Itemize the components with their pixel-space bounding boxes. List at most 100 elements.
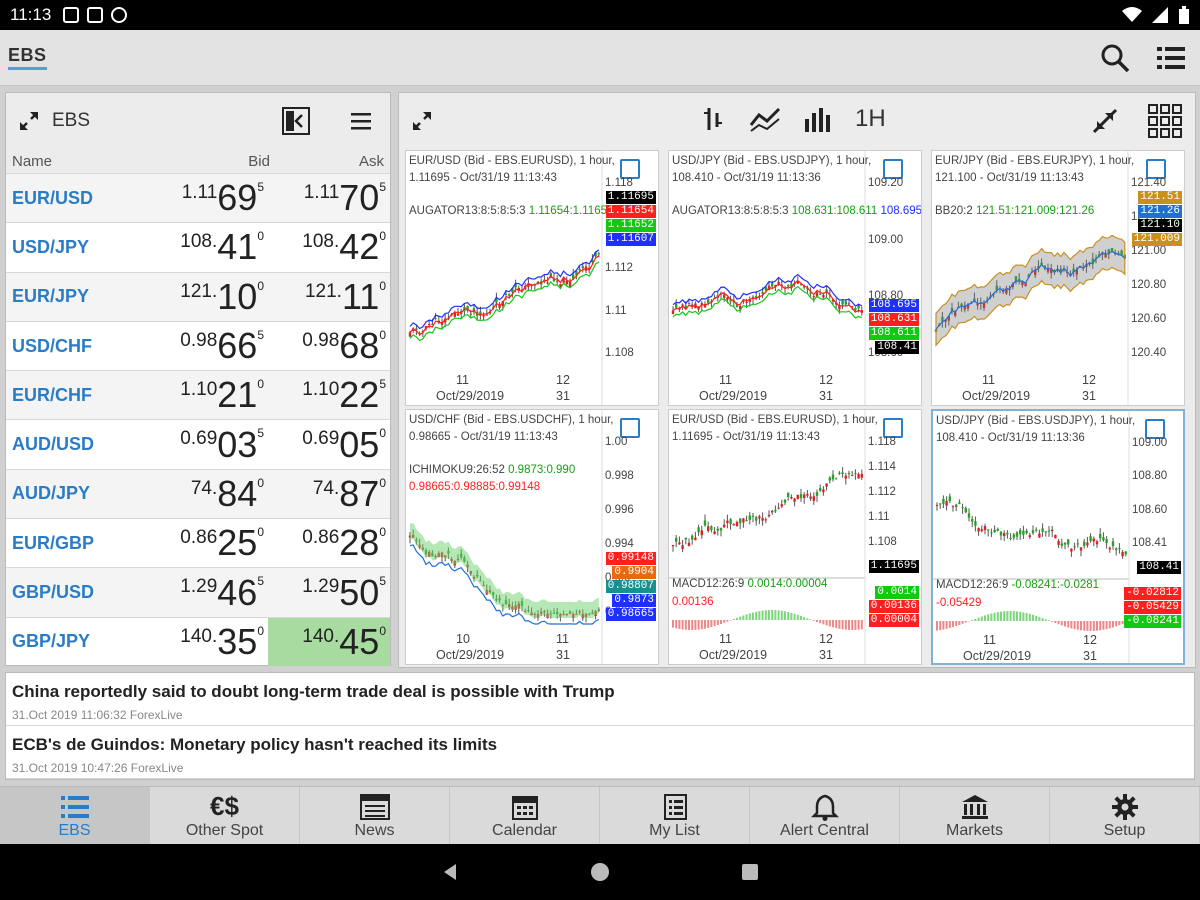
y-tick-label: 108.41 (1132, 537, 1168, 549)
ask-price[interactable]: 0.69 05 0 (268, 420, 390, 468)
y-tick-label: 1.112 (868, 486, 896, 498)
macd-bar (1115, 621, 1118, 627)
collapse-icon[interactable] (1091, 107, 1119, 135)
macd-bar (1025, 613, 1028, 621)
ask-price[interactable]: 140. 45 0 (268, 617, 390, 666)
bid-price[interactable]: 0.69 03 5 (146, 420, 268, 468)
rate-row[interactable]: AUD/USD 0.69 03 5 0.69 05 0 (6, 419, 390, 468)
news-item[interactable]: China reportedly said to doubt long-term… (6, 673, 1194, 726)
currency-pair[interactable]: USD/JPY (6, 223, 146, 271)
search-icon[interactable] (1100, 43, 1130, 73)
candle-body (578, 268, 581, 271)
tab-markets[interactable]: Markets (900, 787, 1050, 844)
news-headline[interactable]: ECB's de Guindos: Monetary policy hasn't… (12, 735, 1188, 755)
chart-cell[interactable]: EUR/USD (Bid - EBS.EURUSD), 1 hour, 1.11… (405, 150, 659, 406)
news-headline[interactable]: China reportedly said to doubt long-term… (12, 682, 1188, 702)
tab-setup[interactable]: Setup (1050, 787, 1200, 844)
bid-price[interactable]: 1.29 46 5 (146, 568, 268, 616)
currency-pair[interactable]: AUD/USD (6, 420, 146, 468)
chart-cell[interactable]: USD/JPY (Bid - EBS.USDJPY), 1 hour, 108.… (668, 150, 922, 406)
rate-row[interactable]: EUR/CHF 1.10 21 0 1.10 22 5 (6, 370, 390, 420)
tab-ebs[interactable]: EBS (0, 787, 150, 844)
rate-row[interactable]: EUR/GBP 0.86 25 0 0.86 28 0 (6, 518, 390, 567)
chart-cell[interactable]: EUR/JPY (Bid - EBS.EURJPY), 1 hour, 121.… (931, 150, 1185, 406)
expand-icon[interactable] (18, 110, 40, 132)
list-menu-icon[interactable] (1156, 43, 1186, 73)
ask-price[interactable]: 121. 11 0 (268, 273, 390, 321)
ask-price[interactable]: 74. 87 0 (268, 470, 390, 518)
macd-bar (758, 611, 761, 620)
tab-calendar[interactable]: Calendar (450, 787, 600, 844)
bid-price[interactable]: 1.10 21 0 (146, 371, 268, 419)
rate-row[interactable]: USD/JPY 108. 41 0 108. 42 0 (6, 222, 390, 271)
indicator-icon[interactable] (749, 105, 781, 133)
candle-body (1092, 538, 1095, 542)
grid-layout-icon[interactable] (1147, 103, 1183, 139)
bid-price[interactable]: 140. 35 0 (146, 618, 268, 666)
bid-price[interactable]: 121. 10 0 (146, 273, 268, 321)
rate-row[interactable]: GBP/JPY 140. 35 0 140. 45 0 (6, 616, 390, 666)
candle-body (987, 529, 990, 531)
column-ask: Ask (358, 152, 384, 170)
home-icon[interactable] (590, 862, 610, 882)
chart-cell[interactable]: EUR/USD (Bid - EBS.EURUSD), 1 hour, 1.11… (668, 409, 922, 665)
chart-cell[interactable]: USD/JPY (Bid - EBS.USDJPY), 1 hour, 108.… (931, 409, 1185, 665)
currency-pair[interactable]: EUR/JPY (6, 273, 146, 321)
currency-pair[interactable]: EUR/GBP (6, 519, 146, 567)
recents-icon[interactable] (740, 862, 760, 882)
hamburger-icon[interactable] (350, 110, 372, 132)
macd-bar (704, 620, 706, 629)
tab-my-list[interactable]: My List (600, 787, 750, 844)
ask-price[interactable]: 1.10 22 5 (268, 371, 390, 419)
expand-icon[interactable] (411, 110, 433, 132)
rate-row[interactable]: EUR/JPY 121. 10 0 121. 11 0 (6, 271, 390, 321)
back-icon[interactable] (440, 862, 460, 882)
volume-icon[interactable] (803, 105, 833, 133)
candle-body (675, 303, 678, 308)
ask-price[interactable]: 0.86 28 0 (268, 519, 390, 567)
news-item[interactable]: ECB's de Guindos: Monetary policy hasn't… (6, 726, 1194, 779)
x-tick-label: 11 (983, 633, 996, 647)
ask-price[interactable]: 0.98 68 0 (268, 322, 390, 370)
indicator-label: MACD12:26:9 0.0014:0.00004 (672, 578, 828, 590)
bottom-nav: EBS €$ Other Spot News Calendar My List … (0, 786, 1200, 844)
bid-price[interactable]: 108. 41 0 (146, 223, 268, 271)
macd-bar (771, 610, 774, 620)
currency-pair[interactable]: AUD/JPY (6, 470, 146, 518)
timeframe-selector[interactable]: 1H (855, 105, 886, 133)
ask-price[interactable]: 1.11 70 5 (268, 174, 390, 222)
rate-row[interactable]: USD/CHF 0.98 66 5 0.98 68 0 (6, 320, 390, 370)
rate-row[interactable]: AUD/JPY 74. 84 0 74. 87 0 (6, 468, 390, 519)
bid-price[interactable]: 1.11 69 5 (146, 174, 268, 222)
chart-select-checkbox[interactable] (620, 159, 640, 179)
currency-pair[interactable]: USD/CHF (6, 322, 146, 370)
tab-other-spot[interactable]: €$ Other Spot (150, 787, 300, 844)
currency-pair[interactable]: GBP/JPY (6, 618, 146, 666)
chart-select-checkbox[interactable] (883, 418, 903, 438)
chart-cell[interactable]: USD/CHF (Bid - EBS.USDCHF), 1 hour, 0.98… (405, 409, 659, 665)
bar-chart-type-icon[interactable] (699, 105, 727, 133)
candle-body (546, 282, 549, 284)
x-date-label: Oct/29/2019 (963, 649, 1032, 663)
currency-pair[interactable]: EUR/CHF (6, 371, 146, 419)
macd-bar (1102, 621, 1105, 630)
macd-bar (710, 620, 713, 628)
rate-row[interactable]: EUR/USD 1.11 69 5 1.11 70 5 (6, 173, 390, 223)
chart-select-checkbox[interactable] (1146, 159, 1166, 179)
bid-price[interactable]: 74. 84 0 (146, 470, 268, 518)
panel-layout-icon[interactable] (282, 107, 310, 135)
chart-select-checkbox[interactable] (883, 159, 903, 179)
tab-alert-central[interactable]: Alert Central (750, 787, 900, 844)
tab-news[interactable]: News (300, 787, 450, 844)
currency-pair[interactable]: GBP/USD (6, 568, 146, 616)
currency-pair[interactable]: EUR/USD (6, 174, 146, 222)
ask-price[interactable]: 108. 42 0 (268, 223, 390, 271)
y-tick-label: 1.118 (868, 436, 896, 448)
rate-row[interactable]: GBP/USD 1.29 46 5 1.29 50 5 (6, 567, 390, 617)
ask-price[interactable]: 1.29 50 5 (268, 568, 390, 616)
x-tick-label: 12 (556, 373, 570, 387)
bid-price[interactable]: 0.98 66 5 (146, 322, 268, 370)
bid-price[interactable]: 0.86 25 0 (146, 519, 268, 567)
chart-select-checkbox[interactable] (620, 418, 640, 438)
chart-select-checkbox[interactable] (1145, 419, 1165, 439)
